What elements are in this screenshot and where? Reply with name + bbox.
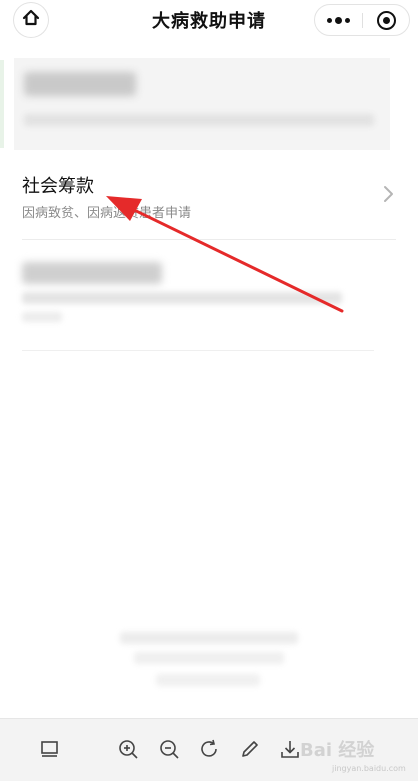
social-fundraising-title: 社会筹款: [22, 176, 94, 197]
mini-program-close-icon: [377, 10, 396, 30]
rotate-icon[interactable]: [198, 737, 222, 761]
blurred-option-item[interactable]: [14, 252, 404, 348]
social-fundraising-subtitle: 因病致贫、因病返贫患者申请: [22, 206, 192, 221]
chevron-right-icon: [382, 184, 396, 204]
blurred-item-extra: [22, 312, 62, 322]
more-button[interactable]: [315, 5, 362, 35]
blurred-card-description: [24, 114, 374, 126]
blurred-footer-text: [120, 628, 300, 694]
zoom-out-icon[interactable]: [157, 737, 181, 761]
more-dots-icon: [327, 16, 350, 24]
layout-icon[interactable]: [38, 737, 62, 761]
watermark-url: jingyan.baidu.com: [332, 764, 406, 773]
top-nav-bar: 大病救助申请: [0, 0, 418, 40]
mini-program-capsule: [314, 4, 410, 36]
blurred-item-title: [22, 262, 162, 284]
blurred-card-title: [24, 72, 136, 96]
left-edge-accent: [0, 60, 4, 148]
download-icon[interactable]: [278, 737, 302, 761]
watermark-text: Bai 经验: [300, 740, 375, 761]
social-fundraising-item[interactable]: 社会筹款 因病致贫、因病返贫患者申请: [0, 160, 418, 240]
list-divider-2: [22, 350, 374, 351]
blurred-option-card[interactable]: [14, 58, 390, 150]
edit-pencil-icon[interactable]: [238, 737, 262, 761]
blurred-item-description: [22, 292, 342, 304]
baidu-jingyan-watermark: Bai 经验: [300, 734, 418, 764]
list-divider: [22, 239, 396, 240]
close-button[interactable]: [363, 5, 410, 35]
zoom-in-icon[interactable]: [116, 737, 140, 761]
